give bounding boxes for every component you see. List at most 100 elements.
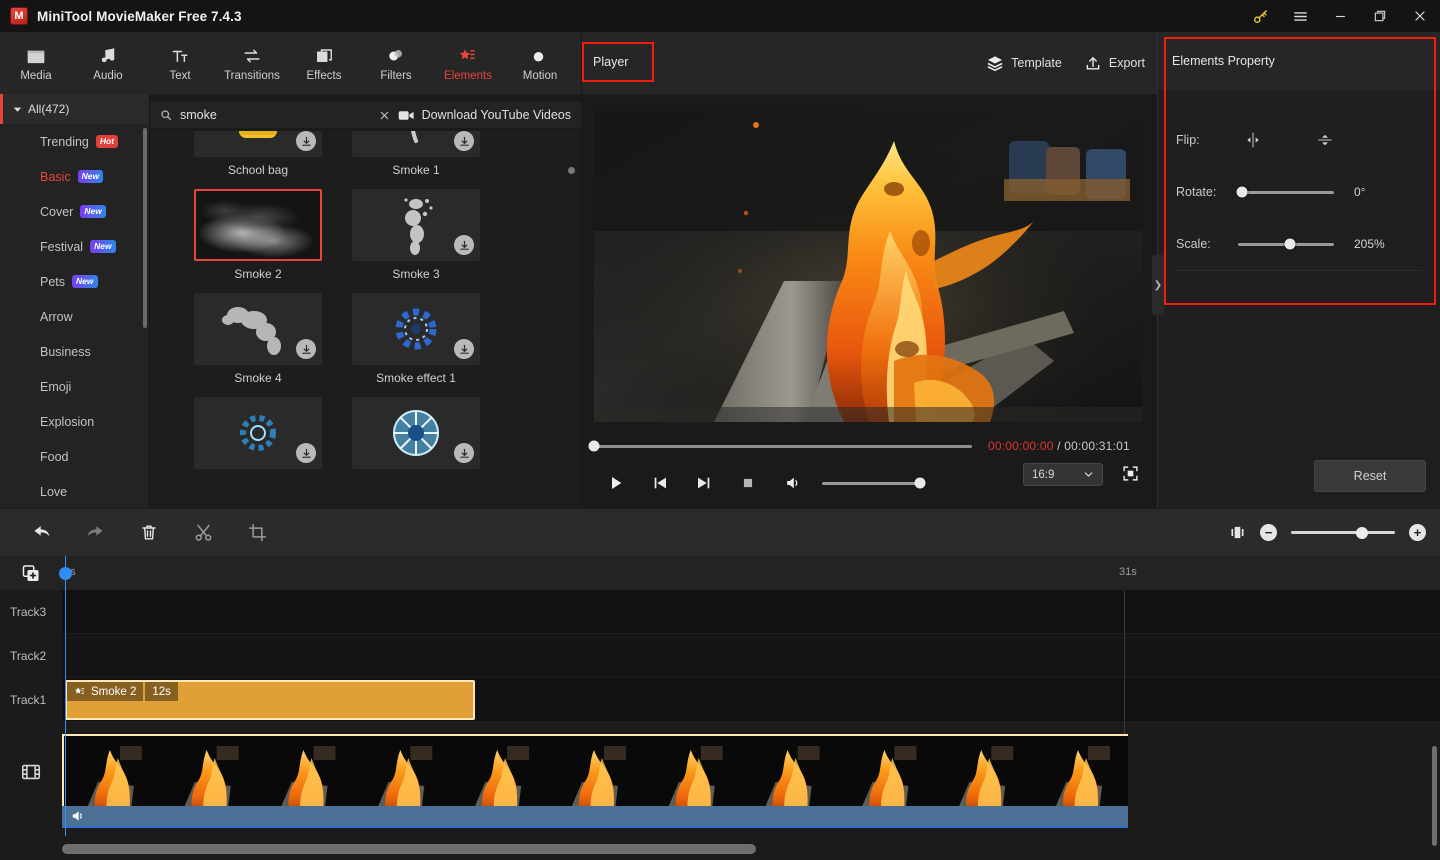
add-media-button[interactable] [18,562,44,584]
rotate-slider-knob[interactable] [1236,186,1248,198]
timeline-ruler[interactable]: 0s 31s [62,556,1440,590]
key-icon[interactable] [1240,0,1280,32]
sidebar-item-explosion[interactable]: Explosion [0,404,150,439]
download-icon[interactable] [454,235,474,255]
element-card[interactable] [352,397,480,475]
zoom-in-button[interactable]: + [1409,524,1426,541]
sidebar-item-arrow[interactable]: Arrow [0,299,150,334]
download-icon[interactable] [296,131,316,151]
reset-button[interactable]: Reset [1314,460,1426,492]
zoom-out-button[interactable]: − [1260,524,1277,541]
tab-media[interactable]: Media [0,32,72,94]
delete-button[interactable] [122,509,176,556]
volume-button[interactable] [770,469,814,497]
clear-search-icon[interactable] [372,109,398,122]
previous-frame-button[interactable] [638,469,682,497]
element-card[interactable] [194,397,322,475]
video-preview[interactable] [594,111,1142,422]
flip-horizontal-icon[interactable] [1242,129,1264,151]
elements-scroll-indicator[interactable] [568,167,575,174]
element-thumbnail[interactable] [352,189,480,261]
zoom-controls: − + [1229,524,1426,541]
track-row-1[interactable]: Smoke 2 12s [62,678,1440,722]
audio-volume-icon[interactable] [70,809,85,823]
search-input[interactable]: smoke [150,108,372,122]
element-card[interactable]: Smoke effect 1 [352,293,480,385]
minimize-icon[interactable] [1320,0,1360,32]
sidebar-item-business[interactable]: Business [0,334,150,369]
download-icon[interactable] [296,339,316,359]
aspect-ratio-select[interactable]: 16:9 [1023,463,1103,486]
sidebar-item-cover[interactable]: Cover New [0,194,150,229]
playhead[interactable] [59,556,72,836]
download-icon[interactable] [454,443,474,463]
flip-vertical-icon[interactable] [1314,129,1336,151]
download-youtube-videos-button[interactable]: Download YouTube Videos [398,108,581,122]
download-icon[interactable] [454,339,474,359]
split-button[interactable] [176,509,230,556]
element-thumbnail[interactable] [352,397,480,469]
element-card[interactable]: Smoke 3 [352,189,480,281]
sidebar-item-love[interactable]: Love [0,474,150,508]
tab-audio[interactable]: Audio [72,32,144,94]
sidebar-item-label: Trending [40,134,89,149]
play-button[interactable] [594,469,638,497]
element-thumbnail[interactable] [194,189,322,261]
track-row-2[interactable] [62,634,1440,678]
tab-transitions[interactable]: Transitions [216,32,288,94]
scale-slider-knob[interactable] [1284,238,1296,250]
playhead-handle[interactable] [59,567,72,580]
element-card[interactable]: School bag [194,131,322,177]
sidebar-item-food[interactable]: Food [0,439,150,474]
maximize-icon[interactable] [1360,0,1400,32]
tab-text[interactable]: Text [144,32,216,94]
sidebar-item-trending[interactable]: Trending Hot [0,124,150,159]
tab-effects[interactable]: Effects [288,32,360,94]
element-card-selected[interactable]: Smoke 2 [194,189,322,281]
sidebar-scrollbar[interactable] [143,128,147,328]
zoom-slider-knob[interactable] [1355,526,1368,539]
tab-elements[interactable]: Elements [432,32,504,94]
zoom-slider[interactable] [1291,526,1395,539]
fullscreen-button[interactable] [1122,465,1139,482]
crop-button[interactable] [230,509,284,556]
download-icon[interactable] [296,443,316,463]
scale-slider[interactable] [1238,238,1334,250]
menu-icon[interactable] [1280,0,1320,32]
element-thumbnail[interactable] [352,131,480,157]
sidebar-item-festival[interactable]: Festival New [0,229,150,264]
next-frame-button[interactable] [682,469,726,497]
track-row-3[interactable] [62,590,1440,634]
sidebar-item-pets[interactable]: Pets New [0,264,150,299]
rotate-slider[interactable] [1236,186,1334,198]
timeline-scroll-thumb[interactable] [62,844,756,854]
fit-to-timeline-icon[interactable] [1229,524,1246,541]
close-icon[interactable] [1400,0,1440,32]
undo-button[interactable] [14,509,68,556]
element-card[interactable]: Smoke 1 [352,131,480,177]
element-card[interactable]: Smoke 4 [194,293,322,385]
tab-motion[interactable]: Motion [504,32,576,94]
sidebar-item-basic[interactable]: Basic New [0,159,150,194]
redo-button[interactable] [68,509,122,556]
template-button[interactable]: Template [986,55,1062,72]
tab-filters[interactable]: Filters [360,32,432,94]
timeline-horizontal-scrollbar[interactable] [0,844,1440,854]
sidebar-item-emoji[interactable]: Emoji [0,369,150,404]
element-thumbnail[interactable] [194,131,322,157]
audio-track[interactable] [62,806,1128,828]
volume-slider-knob[interactable] [914,477,926,489]
element-thumbnail[interactable] [194,397,322,469]
element-thumbnail[interactable] [352,293,480,365]
seek-slider[interactable] [588,440,972,452]
volume-slider[interactable] [822,477,926,489]
sidebar-item-all[interactable]: All(472) [0,94,150,124]
timeline-clip[interactable]: Smoke 2 12s [65,680,475,720]
timeline-vertical-scrollbar[interactable] [1432,746,1437,846]
export-button[interactable]: Export [1084,55,1145,72]
element-thumbnail[interactable] [194,293,322,365]
seek-slider-knob[interactable] [588,440,600,452]
download-icon[interactable] [454,131,474,151]
stop-button[interactable] [726,469,770,497]
collapse-panel-arrow[interactable]: ❯ [1152,255,1164,315]
